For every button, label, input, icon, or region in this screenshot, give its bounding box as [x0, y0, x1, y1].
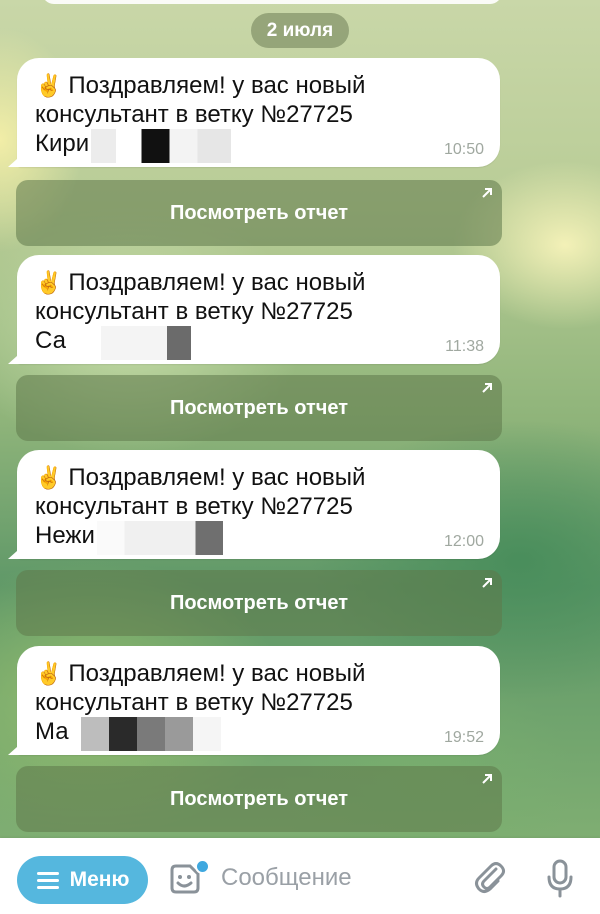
- victory-hand-emoji: ✌️: [35, 465, 63, 490]
- message-input[interactable]: Сообщение: [221, 864, 352, 892]
- external-link-arrow-icon: [482, 383, 492, 393]
- external-link-arrow-icon: [482, 188, 492, 198]
- external-link-arrow-icon: [482, 774, 492, 784]
- view-report-button[interactable]: Посмотреть отчет: [16, 570, 502, 636]
- victory-hand-emoji: ✌️: [35, 661, 63, 686]
- message-bubble[interactable]: ✌️ Поздравляем! у вас новый консультант в…: [17, 58, 500, 167]
- message-bubble[interactable]: ✌️ Поздравляем! у вас новый консультант в…: [17, 450, 500, 559]
- message-text: ✌️ Поздравляем! у вас новый консультант в…: [35, 268, 475, 360]
- victory-hand-emoji: ✌️: [35, 270, 63, 295]
- view-report-button[interactable]: Посмотреть отчет: [16, 180, 502, 246]
- message-bubble[interactable]: ✌️ Поздравляем! у вас новый консультант в…: [17, 255, 500, 364]
- victory-hand-emoji: ✌️: [35, 73, 63, 98]
- message-time: 12:00: [443, 533, 484, 550]
- redacted-name-blur: [91, 129, 231, 163]
- view-report-button[interactable]: Посмотреть отчет: [16, 766, 502, 832]
- message-text: ✌️ Поздравляем! у вас новый консультант в…: [35, 71, 475, 163]
- message-time: 11:38: [445, 338, 484, 355]
- previous-message-edge: [42, 0, 502, 4]
- menu-icon: [36, 872, 59, 889]
- consultant-name: Кири: [35, 129, 475, 163]
- redacted-name-blur: [97, 521, 223, 555]
- view-report-button[interactable]: Посмотреть отчет: [16, 375, 502, 441]
- consultant-name: Нежи: [35, 521, 475, 555]
- mic-icon[interactable]: [545, 858, 575, 898]
- sticker-notification-dot: [195, 859, 210, 874]
- message-time: 19:52: [443, 729, 484, 746]
- message-input-bar: Меню Сообщение: [0, 838, 600, 914]
- attach-icon[interactable]: [472, 860, 508, 896]
- chat-background: 2 июля ✌️ Поздравляем! у вас новый консул…: [0, 0, 600, 838]
- consultant-name: Ма: [35, 717, 475, 751]
- consultant-name: Са: [35, 326, 475, 360]
- menu-label: Меню: [69, 868, 130, 891]
- message-text: ✌️ Поздравляем! у вас новый консультант в…: [35, 659, 475, 751]
- message-text: ✌️ Поздравляем! у вас новый консультант в…: [35, 463, 475, 555]
- menu-button[interactable]: Меню: [17, 856, 148, 904]
- message-bubble[interactable]: ✌️ Поздравляем! у вас новый консультант в…: [17, 646, 500, 755]
- date-separator: 2 июля: [251, 13, 349, 48]
- redacted-name-blur: [81, 717, 221, 751]
- external-link-arrow-icon: [482, 578, 492, 588]
- redacted-name-blur: [71, 326, 191, 360]
- message-time: 10:50: [443, 141, 484, 158]
